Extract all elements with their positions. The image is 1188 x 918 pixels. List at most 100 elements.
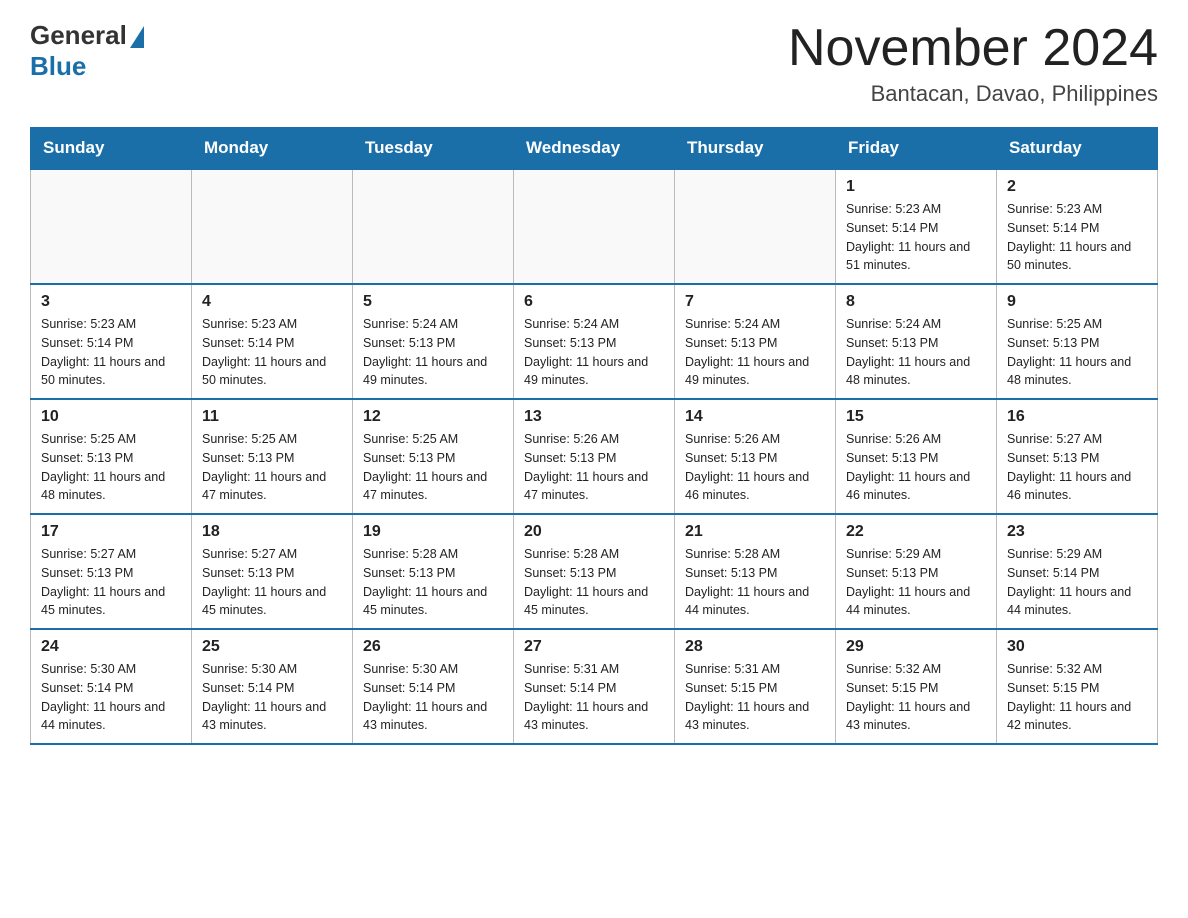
table-row: 12Sunrise: 5:25 AM Sunset: 5:13 PM Dayli… xyxy=(353,399,514,514)
title-section: November 2024 Bantacan, Davao, Philippin… xyxy=(788,20,1158,107)
table-row: 9 Sunrise: 5:25 AM Sunset: 5:13 PM Daylig… xyxy=(997,284,1158,399)
location-subtitle: Bantacan, Davao, Philippines xyxy=(788,81,1158,107)
day-info: Sunrise: 5:28 AM Sunset: 5:13 PM Dayligh… xyxy=(524,545,664,620)
day-info: Sunrise: 5:31 AM Sunset: 5:15 PM Dayligh… xyxy=(685,660,825,735)
table-row: 20 Sunrise: 5:28 AM Sunset: 5:13 PM Dayli… xyxy=(514,514,675,629)
calendar-header-row: Sunday Monday Tuesday Wednesday Thursday… xyxy=(31,128,1158,170)
header-sunday: Sunday xyxy=(31,128,192,170)
day-info: Sunrise: 5:29 AM Sunset: 5:13 PM Dayligh… xyxy=(846,545,986,620)
header-tuesday: Tuesday xyxy=(353,128,514,170)
day-info: Sunrise: 5:31 AM Sunset: 5:14 PM Dayligh… xyxy=(524,660,664,735)
day-info: Sunrise: 5:27 AM Sunset: 5:13 PM Dayligh… xyxy=(202,545,342,620)
calendar-week-row: 3 Sunrise: 5:23 AM Sunset: 5:14 PM Daylig… xyxy=(31,284,1158,399)
table-row: 30Sunrise: 5:32 AM Sunset: 5:15 PM Dayli… xyxy=(997,629,1158,744)
day-number: 9 xyxy=(1007,293,1147,311)
table-row xyxy=(31,169,192,284)
table-row: 19 Sunrise: 5:28 AM Sunset: 5:13 PM Dayli… xyxy=(353,514,514,629)
day-info: Sunrise: 5:28 AM Sunset: 5:13 PM Dayligh… xyxy=(363,545,503,620)
day-info: Sunrise: 5:23 AM Sunset: 5:14 PM Dayligh… xyxy=(202,315,342,390)
day-info: Sunrise: 5:24 AM Sunset: 5:13 PM Dayligh… xyxy=(363,315,503,390)
table-row: 21 Sunrise: 5:28 AM Sunset: 5:13 PM Dayli… xyxy=(675,514,836,629)
day-info: Sunrise: 5:23 AM Sunset: 5:14 PM Dayligh… xyxy=(846,200,986,275)
table-row: 13 Sunrise: 5:26 AM Sunset: 5:13 PM Dayli… xyxy=(514,399,675,514)
day-number: 10 xyxy=(41,408,181,426)
calendar-week-row: 1Sunrise: 5:23 AM Sunset: 5:14 PM Daylig… xyxy=(31,169,1158,284)
table-row: 24 Sunrise: 5:30 AM Sunset: 5:14 PM Dayli… xyxy=(31,629,192,744)
day-number: 28 xyxy=(685,638,825,656)
day-number: 30 xyxy=(1007,638,1147,656)
logo: General Blue xyxy=(30,20,144,82)
header-monday: Monday xyxy=(192,128,353,170)
table-row xyxy=(353,169,514,284)
header-saturday: Saturday xyxy=(997,128,1158,170)
day-info: Sunrise: 5:26 AM Sunset: 5:13 PM Dayligh… xyxy=(846,430,986,505)
day-number: 13 xyxy=(524,408,664,426)
header-wednesday: Wednesday xyxy=(514,128,675,170)
day-number: 15 xyxy=(846,408,986,426)
day-number: 14 xyxy=(685,408,825,426)
table-row: 23 Sunrise: 5:29 AM Sunset: 5:14 PM Dayli… xyxy=(997,514,1158,629)
table-row: 3 Sunrise: 5:23 AM Sunset: 5:14 PM Daylig… xyxy=(31,284,192,399)
day-number: 7 xyxy=(685,293,825,311)
day-info: Sunrise: 5:23 AM Sunset: 5:14 PM Dayligh… xyxy=(1007,200,1147,275)
day-info: Sunrise: 5:28 AM Sunset: 5:13 PM Dayligh… xyxy=(685,545,825,620)
table-row: 18Sunrise: 5:27 AM Sunset: 5:13 PM Dayli… xyxy=(192,514,353,629)
table-row: 28 Sunrise: 5:31 AM Sunset: 5:15 PM Dayli… xyxy=(675,629,836,744)
day-number: 26 xyxy=(363,638,503,656)
table-row: 7 Sunrise: 5:24 AM Sunset: 5:13 PM Daylig… xyxy=(675,284,836,399)
logo-triangle-icon xyxy=(130,26,144,48)
table-row: 10 Sunrise: 5:25 AM Sunset: 5:13 PM Dayli… xyxy=(31,399,192,514)
day-number: 24 xyxy=(41,638,181,656)
day-info: Sunrise: 5:32 AM Sunset: 5:15 PM Dayligh… xyxy=(846,660,986,735)
day-info: Sunrise: 5:24 AM Sunset: 5:13 PM Dayligh… xyxy=(846,315,986,390)
day-info: Sunrise: 5:24 AM Sunset: 5:13 PM Dayligh… xyxy=(685,315,825,390)
day-number: 27 xyxy=(524,638,664,656)
day-info: Sunrise: 5:29 AM Sunset: 5:14 PM Dayligh… xyxy=(1007,545,1147,620)
table-row: 6 Sunrise: 5:24 AM Sunset: 5:13 PM Daylig… xyxy=(514,284,675,399)
table-row: 22Sunrise: 5:29 AM Sunset: 5:13 PM Dayli… xyxy=(836,514,997,629)
day-number: 8 xyxy=(846,293,986,311)
day-info: Sunrise: 5:25 AM Sunset: 5:13 PM Dayligh… xyxy=(202,430,342,505)
day-info: Sunrise: 5:24 AM Sunset: 5:13 PM Dayligh… xyxy=(524,315,664,390)
table-row: 8 Sunrise: 5:24 AM Sunset: 5:13 PM Daylig… xyxy=(836,284,997,399)
logo-general-text: General xyxy=(30,20,127,51)
day-info: Sunrise: 5:23 AM Sunset: 5:14 PM Dayligh… xyxy=(41,315,181,390)
day-info: Sunrise: 5:25 AM Sunset: 5:13 PM Dayligh… xyxy=(1007,315,1147,390)
table-row xyxy=(192,169,353,284)
day-number: 2 xyxy=(1007,178,1147,196)
table-row: 27 Sunrise: 5:31 AM Sunset: 5:14 PM Dayli… xyxy=(514,629,675,744)
table-row: 11Sunrise: 5:25 AM Sunset: 5:13 PM Dayli… xyxy=(192,399,353,514)
day-number: 6 xyxy=(524,293,664,311)
page-header: General Blue November 2024 Bantacan, Dav… xyxy=(30,20,1158,107)
month-year-title: November 2024 xyxy=(788,20,1158,77)
day-number: 20 xyxy=(524,523,664,541)
table-row: 29Sunrise: 5:32 AM Sunset: 5:15 PM Dayli… xyxy=(836,629,997,744)
calendar-week-row: 17Sunrise: 5:27 AM Sunset: 5:13 PM Dayli… xyxy=(31,514,1158,629)
day-number: 5 xyxy=(363,293,503,311)
table-row: 2 Sunrise: 5:23 AM Sunset: 5:14 PM Daylig… xyxy=(997,169,1158,284)
table-row: 17Sunrise: 5:27 AM Sunset: 5:13 PM Dayli… xyxy=(31,514,192,629)
calendar-week-row: 10 Sunrise: 5:25 AM Sunset: 5:13 PM Dayli… xyxy=(31,399,1158,514)
header-thursday: Thursday xyxy=(675,128,836,170)
table-row xyxy=(514,169,675,284)
day-number: 3 xyxy=(41,293,181,311)
day-number: 19 xyxy=(363,523,503,541)
day-number: 23 xyxy=(1007,523,1147,541)
table-row: 25Sunrise: 5:30 AM Sunset: 5:14 PM Dayli… xyxy=(192,629,353,744)
table-row: 15 Sunrise: 5:26 AM Sunset: 5:13 PM Dayli… xyxy=(836,399,997,514)
day-info: Sunrise: 5:30 AM Sunset: 5:14 PM Dayligh… xyxy=(202,660,342,735)
calendar-week-row: 24 Sunrise: 5:30 AM Sunset: 5:14 PM Dayli… xyxy=(31,629,1158,744)
day-info: Sunrise: 5:26 AM Sunset: 5:13 PM Dayligh… xyxy=(685,430,825,505)
day-number: 16 xyxy=(1007,408,1147,426)
day-info: Sunrise: 5:26 AM Sunset: 5:13 PM Dayligh… xyxy=(524,430,664,505)
day-number: 12 xyxy=(363,408,503,426)
day-info: Sunrise: 5:30 AM Sunset: 5:14 PM Dayligh… xyxy=(363,660,503,735)
day-info: Sunrise: 5:30 AM Sunset: 5:14 PM Dayligh… xyxy=(41,660,181,735)
day-info: Sunrise: 5:25 AM Sunset: 5:13 PM Dayligh… xyxy=(41,430,181,505)
table-row: 16 Sunrise: 5:27 AM Sunset: 5:13 PM Dayli… xyxy=(997,399,1158,514)
table-row: 14 Sunrise: 5:26 AM Sunset: 5:13 PM Dayli… xyxy=(675,399,836,514)
day-info: Sunrise: 5:27 AM Sunset: 5:13 PM Dayligh… xyxy=(1007,430,1147,505)
header-friday: Friday xyxy=(836,128,997,170)
day-number: 21 xyxy=(685,523,825,541)
calendar-table: Sunday Monday Tuesday Wednesday Thursday… xyxy=(30,127,1158,745)
